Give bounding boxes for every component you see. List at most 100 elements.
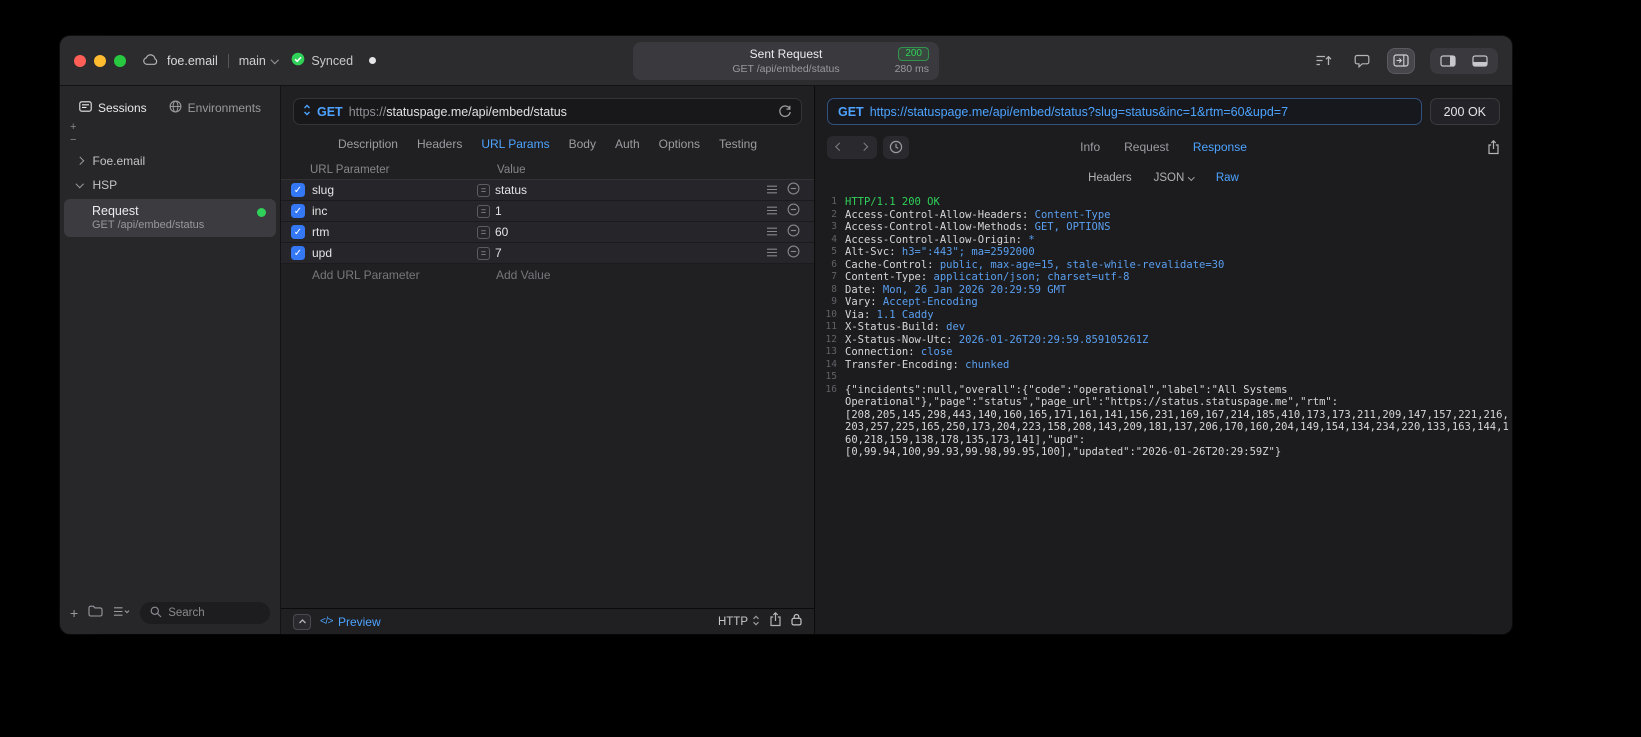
share-request-icon[interactable] [769, 611, 782, 632]
request-tab-options[interactable]: Options [659, 137, 700, 151]
add-param-key-placeholder[interactable]: Add URL Parameter [312, 268, 496, 282]
feedback-bubble-icon[interactable] [1349, 49, 1375, 73]
param-key[interactable]: rtm [312, 225, 477, 239]
toggle-bottom-panel-icon[interactable] [1465, 51, 1495, 71]
param-checkbox[interactable]: ✓ [291, 204, 305, 218]
new-folder-icon[interactable] [88, 604, 103, 622]
add-param-row[interactable]: Add URL Parameter Add Value [281, 264, 814, 285]
request-item-selected[interactable]: Request GET /api/embed/status [64, 199, 276, 237]
sync-status[interactable]: Synced [291, 52, 353, 69]
header-line: Access-Control-Allow-Origin: * [845, 233, 1035, 246]
view-options-icon[interactable] [113, 604, 130, 622]
response-request-url[interactable]: GET https://statuspage.me/api/embed/stat… [827, 98, 1422, 125]
header-value: 2026-01-26T20:29:59.859105261Z [952, 333, 1149, 346]
body-line: 60,218,159,138,178,135,173,141],"upd": [845, 433, 1086, 446]
request-url[interactable]: https://statuspage.me/api/embed/status [349, 105, 567, 119]
param-row: ✓ upd = 7 [281, 243, 814, 264]
request-tab-headers[interactable]: Headers [417, 137, 462, 151]
param-value[interactable]: 7 [495, 246, 766, 260]
request-item-title: Request [92, 204, 139, 218]
chevron-right-icon [860, 143, 868, 151]
drag-handle-icon[interactable] [766, 246, 778, 260]
globe-icon [169, 100, 182, 116]
param-checkbox[interactable]: ✓ [291, 183, 305, 197]
toggle-right-sidebar-icon[interactable] [1433, 51, 1463, 71]
response-view-raw[interactable]: Raw [1216, 172, 1239, 184]
sent-request-summary[interactable]: Sent Request 200 GET /api/embed/status 2… [633, 42, 939, 80]
request-tab-description[interactable]: Description [338, 137, 398, 151]
param-value[interactable]: 60 [495, 225, 766, 239]
app-window: foe.email main Synced Sent Request 200 G… [60, 36, 1512, 634]
add-request-button[interactable]: + [70, 606, 78, 620]
request-method[interactable]: GET [317, 105, 343, 119]
request-tab-body[interactable]: Body [569, 137, 596, 151]
response-tab-request[interactable]: Request [1124, 140, 1169, 154]
preview-button[interactable]: </> Preview [320, 615, 381, 629]
response-view-json[interactable]: JSON [1154, 172, 1195, 184]
history-clock-icon[interactable] [883, 135, 909, 159]
param-row-actions [766, 245, 800, 261]
remove-session-button[interactable]: − [70, 135, 280, 146]
tab-environments[interactable]: Environments [169, 100, 261, 116]
project-info: foe.email main Synced [142, 52, 377, 69]
toggle-response-panel-icon[interactable] [1388, 48, 1414, 73]
remove-param-icon[interactable] [787, 203, 800, 219]
export-response-icon[interactable] [1487, 139, 1500, 155]
add-session-button[interactable]: + [70, 122, 280, 133]
project-name[interactable]: foe.email [167, 54, 218, 68]
history-back-button[interactable] [829, 138, 851, 157]
param-key[interactable]: slug [312, 183, 477, 197]
response-view-label: Raw [1215, 172, 1239, 184]
tree-item-hsp[interactable]: HSP [60, 173, 280, 197]
request-tab-testing[interactable]: Testing [719, 137, 757, 151]
response-line: 203,257,225,165,250,173,204,223,158,208,… [815, 421, 1512, 434]
branch-selector[interactable]: main [239, 54, 279, 68]
tree-item-foe-email[interactable]: Foe.email [60, 149, 280, 173]
drag-handle-icon[interactable] [766, 225, 778, 239]
request-url-bar[interactable]: GET https://statuspage.me/api/embed/stat… [293, 98, 802, 125]
request-status-dot [257, 208, 266, 217]
method-stepper-icon[interactable] [303, 103, 311, 121]
response-line: [0,99.94,100,99.93,99.98,99.95,100],"upd… [815, 446, 1512, 459]
response-body[interactable]: 1 HTTP/1.1 200 OK 2 Access-Control-Allow-He… [815, 193, 1512, 634]
search-icon [150, 606, 162, 621]
collapse-editor-icon[interactable] [293, 613, 311, 630]
param-checkbox[interactable]: ✓ [291, 225, 305, 239]
drag-handle-icon[interactable] [766, 183, 778, 197]
remove-param-icon[interactable] [787, 224, 800, 240]
lock-icon[interactable] [791, 613, 802, 631]
drag-handle-icon[interactable] [766, 204, 778, 218]
param-key[interactable]: inc [312, 204, 477, 218]
sort-filter-icon[interactable] [1310, 49, 1336, 73]
line-number: 5 [831, 246, 837, 257]
history-forward-button[interactable] [853, 138, 875, 157]
add-param-value-placeholder[interactable]: Add Value [496, 268, 800, 282]
response-tab-info[interactable]: Info [1080, 140, 1100, 154]
cloud-sync-icon [142, 53, 159, 69]
body-line: {"incidents":null,"overall":{"code":"ope… [845, 383, 1288, 396]
param-key[interactable]: upd [312, 246, 477, 260]
request-duration: 280 ms [894, 63, 929, 75]
response-view-headers[interactable]: Headers [1088, 172, 1131, 184]
response-tab-response[interactable]: Response [1193, 140, 1247, 154]
resend-request-icon[interactable] [778, 104, 792, 119]
tab-sessions[interactable]: Sessions [79, 100, 147, 116]
minimize-window-button[interactable] [94, 54, 106, 67]
request-tab-url-params[interactable]: URL Params [481, 137, 549, 151]
param-value[interactable]: 1 [495, 204, 766, 218]
remove-param-icon[interactable] [787, 245, 800, 261]
protocol-selector[interactable]: HTTP [718, 614, 760, 629]
search-input[interactable]: Search [140, 602, 270, 624]
param-checkbox[interactable]: ✓ [291, 246, 305, 260]
line-number: 11 [825, 321, 837, 332]
zoom-window-button[interactable] [114, 54, 126, 67]
main-content: Sessions Environments + − Foe.email HSP [60, 86, 1512, 634]
constant-value-icon: = [477, 204, 490, 218]
line-number [815, 434, 845, 447]
header-value: chunked [958, 358, 1010, 371]
request-tab-auth[interactable]: Auth [615, 137, 640, 151]
close-window-button[interactable] [74, 54, 86, 67]
response-line: 6 Cache-Control: public, max-age=15, stal… [815, 259, 1512, 272]
remove-param-icon[interactable] [787, 182, 800, 198]
param-value[interactable]: status [495, 183, 766, 197]
